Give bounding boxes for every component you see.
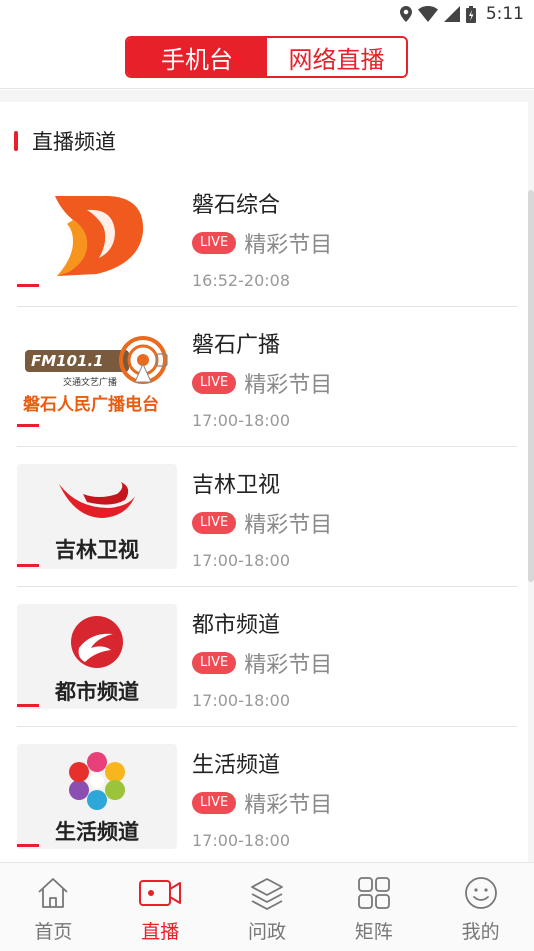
nav-label: 首页: [34, 921, 73, 943]
panshi-logo: [17, 184, 177, 289]
channel-card: 直播频道 磐石综合 LIVE 精彩节目 16:52-20:08 FM101.1 …: [0, 102, 528, 862]
program-time: 17:00-18:00: [192, 831, 290, 850]
nav-label: 直播: [141, 921, 180, 943]
life-channel-logo: 生活频道: [17, 744, 177, 849]
live-badge: LIVE: [192, 232, 237, 254]
life-logo-text: 生活频道: [55, 820, 139, 844]
home-icon: [38, 878, 69, 908]
nav-label: 矩阵: [354, 921, 393, 943]
smiley-icon: [464, 877, 497, 909]
signal-icon: [443, 6, 460, 22]
city-logo-text: 都市频道: [55, 680, 139, 704]
channel-item[interactable]: 都市频道 都市频道 LIVE 精彩节目 17:00-18:00: [0, 587, 528, 727]
section-accent-bar: [14, 131, 18, 151]
program-time: 17:00-18:00: [192, 411, 290, 430]
channel-item[interactable]: FM101.1 交通文艺广播 磐石人民广播电台 磐石广播 LIVE 精彩节目 1…: [0, 307, 528, 447]
nav-politics[interactable]: 问政: [214, 863, 321, 951]
live-row: LIVE 精彩节目: [192, 367, 332, 399]
program-title: 精彩节目: [244, 653, 333, 678]
channel-name: 磐石广播: [192, 333, 281, 358]
status-time: 5:11: [485, 4, 524, 24]
scrollbar[interactable]: [528, 190, 534, 582]
live-badge: LIVE: [192, 372, 237, 394]
nav-home[interactable]: 首页: [0, 863, 107, 951]
tab-online-live[interactable]: 网络直播: [267, 38, 406, 76]
live-badge: LIVE: [192, 792, 237, 814]
nav-label: 问政: [247, 921, 286, 943]
channel-list: 磐石综合 LIVE 精彩节目 16:52-20:08 FM101.1 交通文艺广…: [0, 167, 528, 862]
channel-name: 吉林卫视: [192, 473, 281, 498]
tab-mobile-tv[interactable]: 手机台: [127, 38, 267, 76]
jilin-logo-text: 吉林卫视: [55, 538, 139, 562]
top-bar: 手机台 网络直播: [0, 28, 534, 89]
program-title: 精彩节目: [244, 793, 333, 818]
status-icons: 5:11: [399, 4, 524, 24]
channel-item[interactable]: 生活频道 生活频道 LIVE 精彩节目 17:00-18:00: [0, 727, 528, 862]
nav-matrix[interactable]: 矩阵: [320, 863, 427, 951]
location-icon: [399, 6, 412, 22]
jilin-tv-logo: 吉林卫视: [17, 464, 177, 569]
status-bar: 5:11: [0, 0, 534, 28]
channel-name: 都市频道: [192, 613, 281, 638]
nav-mine[interactable]: 我的: [427, 863, 534, 951]
channel-name: 磐石综合: [192, 193, 281, 218]
thumb-accent-mark: [17, 564, 39, 567]
bottom-nav: 首页 直播 问政 矩阵 我的: [0, 862, 534, 951]
live-row: LIVE 精彩节目: [192, 227, 332, 259]
program-time: 17:00-18:00: [192, 691, 290, 710]
live-row: LIVE 精彩节目: [192, 787, 332, 819]
program-time: 17:00-18:00: [192, 551, 290, 570]
live-row: LIVE 精彩节目: [192, 647, 332, 679]
nav-live[interactable]: 直播: [107, 863, 214, 951]
thumb-accent-mark: [17, 284, 39, 287]
live-badge: LIVE: [192, 512, 237, 534]
channel-type-switch: 手机台 网络直播: [125, 36, 408, 78]
fm-logo-subtext: 交通文艺广播: [63, 378, 118, 388]
battery-icon: [465, 5, 476, 23]
program-title: 精彩节目: [244, 233, 333, 258]
video-camera-icon: [139, 880, 182, 906]
channel-item[interactable]: 磐石综合 LIVE 精彩节目 16:52-20:08: [0, 167, 528, 307]
nav-label: 我的: [461, 921, 500, 943]
thumb-accent-mark: [17, 704, 39, 707]
radio-station-logo-text: 磐石人民广播电台: [23, 395, 159, 415]
thumb-accent-mark: [17, 424, 39, 427]
channel-item[interactable]: 吉林卫视 吉林卫视 LIVE 精彩节目 17:00-18:00: [0, 447, 528, 587]
program-title: 精彩节目: [244, 373, 333, 398]
section-title: 直播频道: [32, 130, 116, 154]
city-channel-logo: 都市频道: [17, 604, 177, 709]
program-title: 精彩节目: [244, 513, 333, 538]
thumb-accent-mark: [17, 844, 39, 847]
grid-icon: [357, 877, 390, 909]
live-row: LIVE 精彩节目: [192, 507, 332, 539]
main-content: 直播频道 磐石综合 LIVE 精彩节目 16:52-20:08 FM101.1 …: [0, 90, 534, 862]
fm-radio-logo: FM101.1 交通文艺广播 磐石人民广播电台: [17, 324, 177, 429]
fm-logo-text: FM101.1: [31, 352, 104, 370]
program-time: 16:52-20:08: [192, 271, 290, 290]
live-badge: LIVE: [192, 652, 237, 674]
channel-name: 生活频道: [192, 753, 281, 778]
wifi-icon: [417, 6, 438, 22]
layers-icon: [251, 878, 283, 910]
section-header: 直播频道: [0, 128, 116, 154]
